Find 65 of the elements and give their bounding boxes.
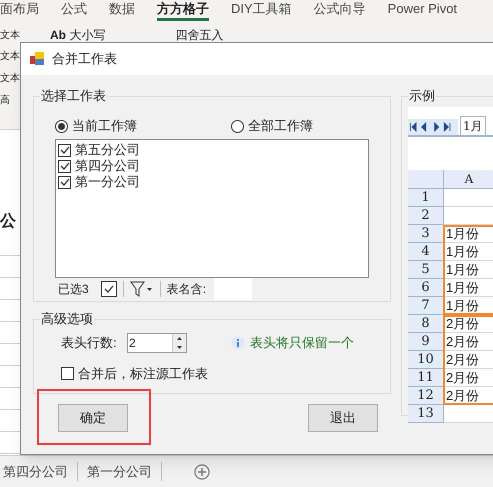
table-cell: 1月份 [444,225,493,243]
ribbon-tab[interactable]: 方方格子 [157,0,209,21]
ribbon-button[interactable]: 四舍五入 [175,26,224,44]
ribbon-tab[interactable]: 公式向导 [314,0,366,21]
checkbox[interactable] [58,176,71,188]
filter-dropdown-icon[interactable] [130,281,154,297]
ribbon-button[interactable]: 文本 [0,46,20,68]
row-number: 9 [408,333,444,351]
table-cell-text: 公 [0,212,16,232]
row-number: 11 [408,369,444,387]
checkbox[interactable] [58,144,71,156]
radio-label[interactable]: 当前工作簿 [72,116,137,136]
table-cell: 2月份 [444,351,493,369]
row-number: 12 [408,387,444,405]
ribbon-tab[interactable]: 面布局 [0,0,39,21]
row-number: 8 [408,315,444,333]
sheet-tab[interactable]: 第四分公司 [0,462,78,482]
selected-count: 已选3 [58,281,89,298]
table-cell: 2月份 [444,315,493,333]
number-spinner[interactable]: 2 [127,333,187,353]
ribbon-tab[interactable]: 公式 [61,0,87,21]
ribbon-button[interactable]: Ab 大小写 [50,26,106,44]
checkmark-icon [104,284,114,294]
filter-label: 表名含: [166,281,206,298]
ribbon-button[interactable]: 高 [0,90,10,112]
checkbox-label[interactable]: 合并后，标注源工作表 [78,364,208,384]
info-icon [231,336,245,350]
table-cell: 1月份 [444,243,493,261]
checkbox[interactable] [100,281,117,297]
radio-button[interactable] [55,120,68,132]
hint-text: 表头将只保留一个 [250,334,354,352]
checkbox[interactable] [58,160,71,172]
row-number: 13 [408,405,444,423]
row-number: 3 [408,225,444,243]
ribbon-tab[interactable]: Power Pivot [388,0,458,21]
ribbon-tab[interactable]: DIY工具箱 [231,0,292,21]
table-cell: 1月份 [444,261,493,279]
row-number: 7 [408,297,444,315]
table-cell: 2月份 [444,369,493,387]
sheet-nav-icon [408,119,458,135]
app-icon [30,52,44,66]
ribbon-tab[interactable]: 数据 [109,0,135,21]
table-cell: 2月份 [444,333,493,351]
table-cell: 1月份 [444,297,493,315]
row-number: 2 [408,207,444,225]
row-number: 5 [408,261,444,279]
dialog-button[interactable]: 退出 [308,404,378,432]
field-label: 表头行数: [61,334,118,352]
filter-input[interactable] [214,278,252,300]
row-number: 4 [408,243,444,261]
sheet-tab[interactable]: 第一分公司 [78,462,162,482]
row-number: 6 [408,279,444,297]
table-cell: 2月份 [444,387,493,405]
dialog-button[interactable]: 确定 [58,404,128,432]
table-cell: 1月份 [444,279,493,297]
column-header: A [464,171,474,188]
window-title: 合并工作表 [52,50,117,68]
add-sheet-icon[interactable] [194,464,210,480]
checkbox[interactable] [61,367,74,380]
ribbon-button[interactable]: 文本 [0,68,20,90]
row-number: 10 [408,351,444,369]
row-number: 1 [408,189,444,207]
radio-label[interactable]: 全部工作簿 [248,116,313,136]
ribbon-button[interactable]: 文本 [0,28,20,42]
radio-button[interactable] [231,120,244,132]
